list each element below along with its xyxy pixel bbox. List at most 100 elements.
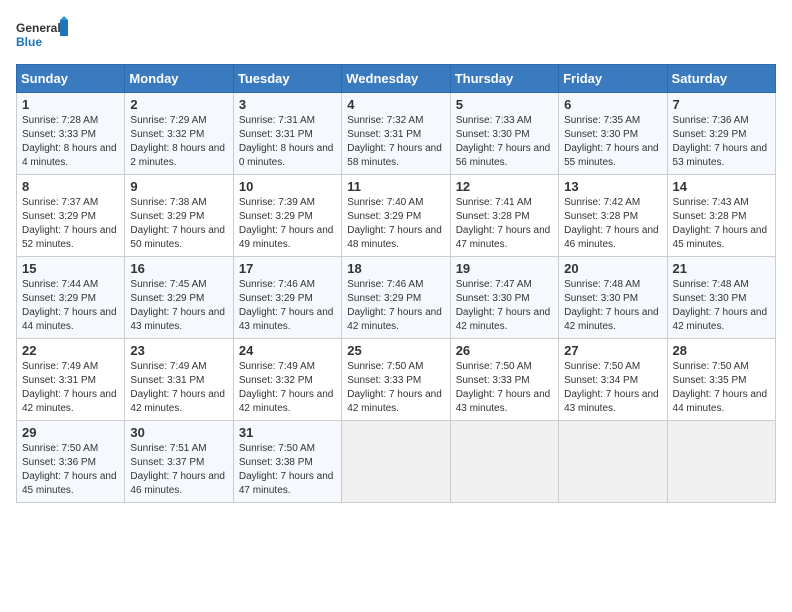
day-cell: 2 Sunrise: 7:29 AMSunset: 3:32 PMDayligh… [125,93,233,175]
day-number: 24 [239,343,336,358]
day-cell: 8 Sunrise: 7:37 AMSunset: 3:29 PMDayligh… [17,175,125,257]
day-detail: Sunrise: 7:42 AMSunset: 3:28 PMDaylight:… [564,196,661,252]
day-cell [667,421,775,503]
day-number: 20 [564,261,661,276]
day-detail: Sunrise: 7:50 AMSunset: 3:36 PMDaylight:… [22,442,119,498]
day-cell: 6 Sunrise: 7:35 AMSunset: 3:30 PMDayligh… [559,93,667,175]
day-cell: 21 Sunrise: 7:48 AMSunset: 3:30 PMDaylig… [667,257,775,339]
day-number: 18 [347,261,444,276]
day-cell: 4 Sunrise: 7:32 AMSunset: 3:31 PMDayligh… [342,93,450,175]
day-number: 23 [130,343,227,358]
day-cell: 10 Sunrise: 7:39 AMSunset: 3:29 PMDaylig… [233,175,341,257]
day-cell: 7 Sunrise: 7:36 AMSunset: 3:29 PMDayligh… [667,93,775,175]
day-cell: 26 Sunrise: 7:50 AMSunset: 3:33 PMDaylig… [450,339,558,421]
day-detail: Sunrise: 7:49 AMSunset: 3:31 PMDaylight:… [22,360,119,416]
col-header-sunday: Sunday [17,65,125,93]
day-detail: Sunrise: 7:32 AMSunset: 3:31 PMDaylight:… [347,114,444,170]
day-number: 5 [456,97,553,112]
day-number: 19 [456,261,553,276]
day-cell: 24 Sunrise: 7:49 AMSunset: 3:32 PMDaylig… [233,339,341,421]
col-header-monday: Monday [125,65,233,93]
day-number: 30 [130,425,227,440]
day-cell: 3 Sunrise: 7:31 AMSunset: 3:31 PMDayligh… [233,93,341,175]
day-detail: Sunrise: 7:48 AMSunset: 3:30 PMDaylight:… [673,278,770,334]
day-detail: Sunrise: 7:37 AMSunset: 3:29 PMDaylight:… [22,196,119,252]
day-detail: Sunrise: 7:28 AMSunset: 3:33 PMDaylight:… [22,114,119,170]
day-cell: 28 Sunrise: 7:50 AMSunset: 3:35 PMDaylig… [667,339,775,421]
day-detail: Sunrise: 7:41 AMSunset: 3:28 PMDaylight:… [456,196,553,252]
day-number: 10 [239,179,336,194]
day-detail: Sunrise: 7:43 AMSunset: 3:28 PMDaylight:… [673,196,770,252]
day-cell: 11 Sunrise: 7:40 AMSunset: 3:29 PMDaylig… [342,175,450,257]
day-detail: Sunrise: 7:44 AMSunset: 3:29 PMDaylight:… [22,278,119,334]
day-cell [450,421,558,503]
day-number: 4 [347,97,444,112]
week-row-2: 8 Sunrise: 7:37 AMSunset: 3:29 PMDayligh… [17,175,776,257]
day-detail: Sunrise: 7:45 AMSunset: 3:29 PMDaylight:… [130,278,227,334]
day-number: 31 [239,425,336,440]
day-number: 7 [673,97,770,112]
day-cell: 16 Sunrise: 7:45 AMSunset: 3:29 PMDaylig… [125,257,233,339]
day-number: 28 [673,343,770,358]
day-cell: 31 Sunrise: 7:50 AMSunset: 3:38 PMDaylig… [233,421,341,503]
day-detail: Sunrise: 7:50 AMSunset: 3:35 PMDaylight:… [673,360,770,416]
calendar-table: SundayMondayTuesdayWednesdayThursdayFrid… [16,64,776,503]
week-row-4: 22 Sunrise: 7:49 AMSunset: 3:31 PMDaylig… [17,339,776,421]
day-cell: 25 Sunrise: 7:50 AMSunset: 3:33 PMDaylig… [342,339,450,421]
day-cell: 29 Sunrise: 7:50 AMSunset: 3:36 PMDaylig… [17,421,125,503]
day-number: 9 [130,179,227,194]
col-header-saturday: Saturday [667,65,775,93]
day-detail: Sunrise: 7:31 AMSunset: 3:31 PMDaylight:… [239,114,336,170]
day-detail: Sunrise: 7:46 AMSunset: 3:29 PMDaylight:… [239,278,336,334]
day-cell: 17 Sunrise: 7:46 AMSunset: 3:29 PMDaylig… [233,257,341,339]
col-header-thursday: Thursday [450,65,558,93]
day-detail: Sunrise: 7:47 AMSunset: 3:30 PMDaylight:… [456,278,553,334]
day-cell: 9 Sunrise: 7:38 AMSunset: 3:29 PMDayligh… [125,175,233,257]
day-cell: 12 Sunrise: 7:41 AMSunset: 3:28 PMDaylig… [450,175,558,257]
day-cell [342,421,450,503]
day-number: 25 [347,343,444,358]
day-number: 16 [130,261,227,276]
day-detail: Sunrise: 7:50 AMSunset: 3:33 PMDaylight:… [456,360,553,416]
day-number: 22 [22,343,119,358]
day-detail: Sunrise: 7:49 AMSunset: 3:31 PMDaylight:… [130,360,227,416]
col-header-wednesday: Wednesday [342,65,450,93]
day-number: 13 [564,179,661,194]
day-cell: 13 Sunrise: 7:42 AMSunset: 3:28 PMDaylig… [559,175,667,257]
day-detail: Sunrise: 7:39 AMSunset: 3:29 PMDaylight:… [239,196,336,252]
day-detail: Sunrise: 7:35 AMSunset: 3:30 PMDaylight:… [564,114,661,170]
day-detail: Sunrise: 7:51 AMSunset: 3:37 PMDaylight:… [130,442,227,498]
day-number: 14 [673,179,770,194]
day-cell: 15 Sunrise: 7:44 AMSunset: 3:29 PMDaylig… [17,257,125,339]
day-detail: Sunrise: 7:33 AMSunset: 3:30 PMDaylight:… [456,114,553,170]
day-cell [559,421,667,503]
svg-text:Blue: Blue [16,35,42,49]
logo: General Blue [16,16,71,56]
day-cell: 20 Sunrise: 7:48 AMSunset: 3:30 PMDaylig… [559,257,667,339]
day-detail: Sunrise: 7:40 AMSunset: 3:29 PMDaylight:… [347,196,444,252]
day-detail: Sunrise: 7:36 AMSunset: 3:29 PMDaylight:… [673,114,770,170]
day-number: 12 [456,179,553,194]
day-number: 26 [456,343,553,358]
day-cell: 1 Sunrise: 7:28 AMSunset: 3:33 PMDayligh… [17,93,125,175]
day-detail: Sunrise: 7:50 AMSunset: 3:38 PMDaylight:… [239,442,336,498]
day-detail: Sunrise: 7:29 AMSunset: 3:32 PMDaylight:… [130,114,227,170]
day-number: 6 [564,97,661,112]
day-cell: 27 Sunrise: 7:50 AMSunset: 3:34 PMDaylig… [559,339,667,421]
day-cell: 19 Sunrise: 7:47 AMSunset: 3:30 PMDaylig… [450,257,558,339]
day-number: 21 [673,261,770,276]
day-cell: 18 Sunrise: 7:46 AMSunset: 3:29 PMDaylig… [342,257,450,339]
day-detail: Sunrise: 7:46 AMSunset: 3:29 PMDaylight:… [347,278,444,334]
day-detail: Sunrise: 7:48 AMSunset: 3:30 PMDaylight:… [564,278,661,334]
day-number: 2 [130,97,227,112]
day-cell: 22 Sunrise: 7:49 AMSunset: 3:31 PMDaylig… [17,339,125,421]
week-row-3: 15 Sunrise: 7:44 AMSunset: 3:29 PMDaylig… [17,257,776,339]
day-number: 1 [22,97,119,112]
day-cell: 23 Sunrise: 7:49 AMSunset: 3:31 PMDaylig… [125,339,233,421]
day-detail: Sunrise: 7:50 AMSunset: 3:34 PMDaylight:… [564,360,661,416]
day-detail: Sunrise: 7:49 AMSunset: 3:32 PMDaylight:… [239,360,336,416]
day-number: 11 [347,179,444,194]
day-detail: Sunrise: 7:38 AMSunset: 3:29 PMDaylight:… [130,196,227,252]
logo-svg: General Blue [16,16,71,56]
day-number: 3 [239,97,336,112]
